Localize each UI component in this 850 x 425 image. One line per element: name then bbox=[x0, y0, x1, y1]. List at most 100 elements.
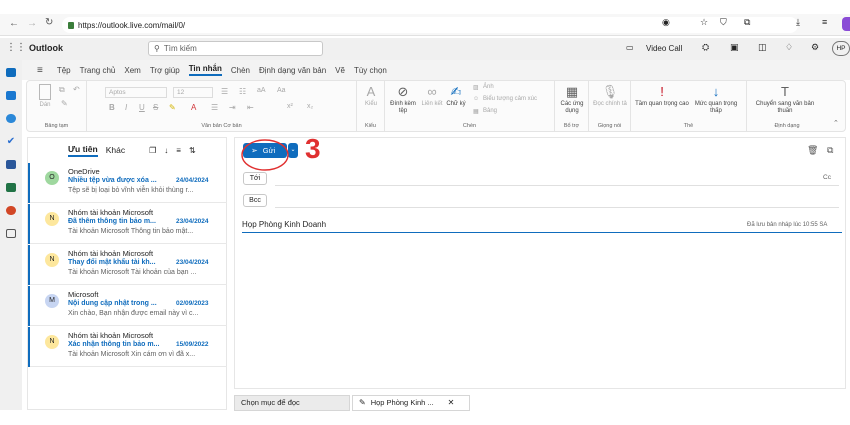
avatar: M bbox=[45, 294, 59, 308]
font-select[interactable]: Aptos bbox=[105, 87, 167, 98]
table-label[interactable]: Bảng bbox=[483, 108, 497, 114]
copy-icon[interactable]: ⧉ bbox=[59, 85, 65, 95]
superscript-icon[interactable]: x² bbox=[287, 103, 293, 110]
powerpoint-icon[interactable] bbox=[6, 206, 16, 215]
address-bar[interactable]: https://outlook.live.com/mail/0/ bbox=[62, 17, 798, 33]
list-item[interactable]: N Nhóm tài khoản Microsoft Đã thêm thông… bbox=[28, 204, 227, 244]
download-icon[interactable]: ⤓ bbox=[796, 17, 800, 28]
apps-icon[interactable] bbox=[6, 229, 16, 238]
star-icon[interactable]: ☆ bbox=[700, 17, 708, 28]
subject-input[interactable]: Họp Phòng Kinh Doanh bbox=[242, 220, 326, 229]
font-color-icon[interactable]: A bbox=[191, 103, 196, 112]
high-importance-button[interactable]: ! Tầm quan trọng cao bbox=[635, 85, 689, 108]
draft-saved-status: Đã lưu bản nháp lúc 10:55 SA bbox=[747, 222, 828, 228]
subscript-icon[interactable]: x₂ bbox=[307, 103, 313, 110]
tab-file[interactable]: Tệp bbox=[57, 66, 71, 75]
image-icon[interactable]: ▨ bbox=[473, 84, 479, 91]
select-icon[interactable]: ❐ bbox=[149, 146, 156, 155]
word-icon[interactable] bbox=[6, 160, 16, 169]
low-importance-button[interactable]: ↓ Mức quan trọng thấp bbox=[689, 85, 743, 115]
apps-button[interactable]: ▦ Các ứng dụng bbox=[557, 85, 587, 115]
signature-button[interactable]: ✍ Chữ ký bbox=[445, 85, 467, 108]
video-call-label[interactable]: Video Call bbox=[646, 44, 682, 53]
tab-home[interactable]: Trang chủ bbox=[80, 66, 116, 75]
reload-icon[interactable]: ↻ bbox=[45, 17, 53, 28]
calendar-icon[interactable] bbox=[6, 91, 16, 100]
jump-to-icon[interactable]: ↓ bbox=[164, 146, 168, 155]
video-call-icon[interactable]: ▭ bbox=[626, 43, 634, 52]
list-item[interactable]: N Nhóm tài khoản Microsoft Thay đổi mật … bbox=[28, 245, 227, 285]
search-input[interactable]: ⚲ Tìm kiếm bbox=[148, 41, 323, 56]
attach-file-button[interactable]: ⊘ Đính kèm tệp bbox=[389, 85, 417, 115]
tab-help[interactable]: Trợ giúp bbox=[150, 66, 180, 75]
settings-icon[interactable]: ⚙ bbox=[811, 42, 819, 53]
read-item-tab[interactable]: Chọn mục để đọc bbox=[234, 395, 350, 411]
numbering-icon[interactable]: ☷ bbox=[239, 87, 246, 96]
outdent-icon[interactable]: ⇤ bbox=[247, 103, 254, 112]
hamburger-icon[interactable]: ≡ bbox=[37, 65, 43, 76]
emoji-icon[interactable]: ☺ bbox=[473, 96, 479, 102]
tab-draw[interactable]: Vẽ bbox=[335, 66, 345, 75]
plain-text-button[interactable]: T Chuyển sang văn bản thuần bbox=[751, 85, 819, 115]
underline-icon[interactable]: U bbox=[139, 103, 145, 112]
draft-tab[interactable]: ✎ Họp Phòng Kinh ... ✕ bbox=[352, 395, 470, 411]
bullets-icon[interactable]: ☰ bbox=[221, 87, 228, 96]
tab-other[interactable]: Khác bbox=[106, 145, 125, 155]
indent-icon[interactable]: ⇥ bbox=[229, 103, 236, 112]
todo-icon[interactable]: ✔ bbox=[6, 137, 16, 147]
to-button[interactable]: Tới bbox=[243, 172, 267, 185]
styles-button[interactable]: A Kiểu bbox=[359, 85, 383, 108]
shield-icon[interactable]: ⛉ bbox=[720, 17, 727, 28]
tab-message[interactable]: Tin nhắn bbox=[188, 64, 222, 76]
list-item[interactable]: O OneDrive Nhiều tệp vừa được xóa ... 24… bbox=[28, 163, 227, 203]
bcc-button[interactable]: Bcc bbox=[243, 194, 267, 207]
list-item[interactable]: M Microsoft Nội dung cập nhật trong ... … bbox=[28, 286, 227, 326]
office-icon[interactable]: ▣ bbox=[730, 42, 739, 53]
copilot-icon[interactable] bbox=[842, 17, 850, 31]
back-icon[interactable]: ← bbox=[9, 18, 19, 29]
mail-icon[interactable] bbox=[6, 68, 16, 77]
collapse-ribbon-icon[interactable]: ⌃ bbox=[833, 119, 839, 127]
highlight-icon[interactable]: ✎ bbox=[169, 103, 176, 112]
tab-view[interactable]: Xem bbox=[124, 66, 140, 75]
excel-icon[interactable] bbox=[6, 183, 16, 192]
image-label[interactable]: Ảnh bbox=[483, 84, 494, 90]
bold-icon[interactable]: B bbox=[109, 103, 115, 112]
filter-icon[interactable]: ≡ bbox=[176, 146, 181, 155]
cc-button[interactable]: Cc bbox=[823, 174, 831, 181]
app-launcher-icon[interactable]: ⋮⋮ bbox=[6, 42, 26, 53]
undo-icon[interactable]: ↶ bbox=[73, 85, 80, 94]
table-icon[interactable]: ▦ bbox=[473, 108, 479, 115]
popout-icon[interactable]: ⧉ bbox=[827, 145, 833, 156]
people-icon[interactable] bbox=[6, 114, 16, 123]
link-button[interactable]: ∞ Liên kết bbox=[421, 85, 443, 108]
forward-icon[interactable]: → bbox=[27, 18, 37, 29]
feedback-icon[interactable]: ◫ bbox=[758, 42, 767, 53]
tab-focused[interactable]: Ưu tiên bbox=[68, 144, 98, 157]
addins-group-label: Bổ trợ bbox=[563, 123, 580, 129]
menu-icon[interactable]: ≡ bbox=[822, 17, 827, 27]
format-painter-icon[interactable]: ✎ bbox=[61, 99, 68, 108]
emoji-label[interactable]: Biểu tượng cảm xúc bbox=[483, 96, 537, 102]
increase-font-icon[interactable]: Aa bbox=[277, 87, 286, 94]
bell-icon[interactable]: ♢ bbox=[785, 42, 793, 53]
eye-icon[interactable]: ◉ bbox=[662, 17, 670, 28]
italic-icon[interactable]: I bbox=[125, 103, 127, 112]
decrease-font-icon[interactable]: aA bbox=[257, 87, 266, 94]
delete-icon[interactable]: 🗑 bbox=[807, 145, 818, 156]
align-left-icon[interactable]: ☰ bbox=[211, 103, 218, 112]
tab-format-text[interactable]: Định dạng văn bản bbox=[259, 66, 326, 75]
tab-options[interactable]: Tùy chọn bbox=[354, 66, 387, 75]
extensions-icon[interactable]: ⧉ bbox=[744, 17, 750, 28]
paste-button[interactable]: Dán bbox=[33, 84, 57, 109]
close-icon[interactable]: ✕ bbox=[448, 396, 455, 410]
strikethrough-icon[interactable]: S bbox=[153, 103, 158, 112]
font-size-select[interactable]: 12 bbox=[173, 87, 213, 98]
avatar[interactable]: HP bbox=[832, 41, 850, 56]
tab-insert[interactable]: Chèn bbox=[231, 66, 250, 75]
sort-icon[interactable]: ⇅ bbox=[189, 146, 196, 155]
list-item[interactable]: N Nhóm tài khoản Microsoft Xác nhận thôn… bbox=[28, 327, 227, 367]
teams-icon[interactable]: ⛭ bbox=[702, 42, 709, 53]
dictate-button[interactable]: 🎙 Đọc chính tả bbox=[593, 85, 627, 108]
sender-name: Nhóm tài khoản Microsoft bbox=[68, 249, 154, 258]
